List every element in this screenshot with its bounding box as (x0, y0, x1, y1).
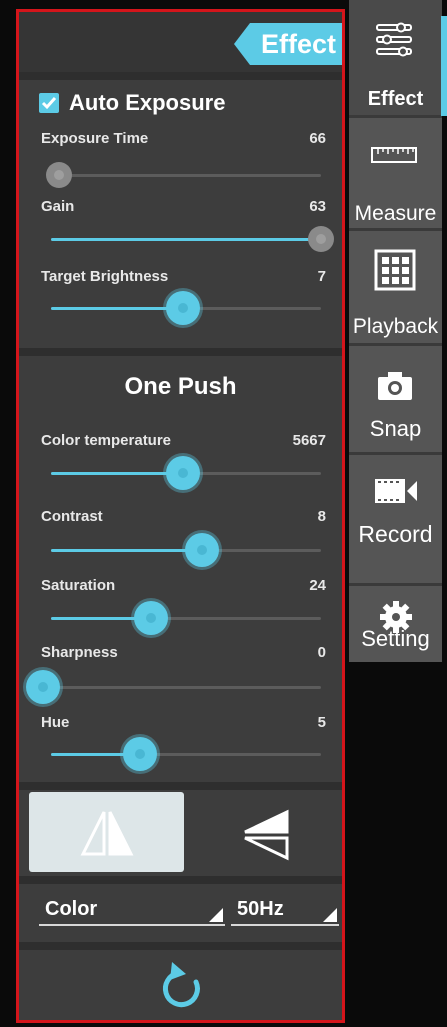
dropdown-triangle-icon (209, 908, 223, 922)
film-icon (375, 479, 417, 503)
color-temperature-value: 5667 (292, 432, 326, 449)
target-brightness-label: Target Brightness (41, 268, 169, 285)
sharpness-label: Sharpness (41, 644, 118, 661)
flip-horizontal-button[interactable] (29, 792, 184, 872)
divider (19, 782, 342, 790)
dropdown-triangle-icon (323, 908, 337, 922)
ruler-icon (371, 147, 417, 163)
grid-icon (374, 249, 416, 291)
active-tab-indicator (441, 16, 447, 116)
camera-icon (378, 372, 412, 400)
sidebar-item-effect[interactable]: Effect (349, 0, 442, 115)
sliders-icon (376, 22, 412, 57)
flip-vertical-button[interactable] (197, 792, 342, 872)
sidebar-item-playback[interactable]: Playback (349, 231, 442, 343)
target-brightness-fill (51, 307, 184, 310)
checkmark-icon (41, 97, 57, 110)
saturation-label: Saturation (41, 577, 116, 594)
flip-vertical-icon (244, 809, 289, 861)
sidebar-label-effect: Effect (367, 88, 424, 110)
sidebar-item-snap[interactable]: Snap (349, 346, 442, 452)
color-mode-select[interactable]: Color (39, 892, 225, 926)
reset-icon (162, 962, 200, 1008)
gain-value: 63 (309, 198, 326, 215)
sidebar-label-measure: Measure (354, 202, 437, 225)
exposure-time-track[interactable] (51, 174, 321, 177)
gain-fill (51, 238, 321, 241)
saturation-track[interactable] (51, 617, 321, 620)
sidebar-item-measure[interactable]: Measure (349, 118, 442, 228)
divider (19, 72, 342, 80)
exposure-time-label: Exposure Time (41, 130, 149, 147)
flip-horizontal-icon (80, 811, 134, 856)
panel-header: Effect (19, 12, 342, 72)
color-temperature-fill (51, 472, 184, 475)
contrast-fill (51, 549, 203, 552)
hue-label: Hue (41, 714, 70, 731)
sidebar-label-playback: Playback (352, 315, 439, 338)
target-brightness-value: 7 (317, 268, 326, 285)
effect-panel: Effect Auto Exposure Exposure Time 66 Ga… (16, 9, 345, 1023)
sidebar-label-record: Record (358, 521, 433, 547)
divider (19, 942, 342, 950)
auto-exposure-checkbox[interactable] (39, 93, 59, 113)
hue-thumb[interactable] (123, 737, 158, 771)
sharpness-thumb[interactable] (26, 670, 60, 704)
sidebar-label-snap: Snap (369, 416, 422, 441)
color-temperature-label: Color temperature (41, 432, 172, 449)
saturation-thumb[interactable] (133, 601, 168, 635)
sharpness-value: 0 (317, 644, 326, 661)
divider (19, 348, 342, 356)
effect-tab[interactable]: Effect (234, 23, 342, 65)
contrast-thumb[interactable] (185, 533, 220, 567)
color-mode-value: Color (45, 898, 98, 920)
contrast-label: Contrast (41, 508, 103, 525)
saturation-value: 24 (309, 577, 326, 594)
gain-label: Gain (41, 198, 75, 215)
hue-track[interactable] (51, 753, 321, 756)
frequency-select[interactable]: 50Hz (231, 892, 339, 926)
contrast-value: 8 (317, 508, 326, 525)
sidebar-item-setting[interactable]: Setting (349, 586, 442, 662)
exposure-time-value: 66 (309, 130, 326, 147)
reset-button[interactable] (156, 960, 210, 1014)
sharpness-track[interactable] (51, 686, 321, 689)
hue-value: 5 (317, 714, 326, 731)
gain-track[interactable] (51, 238, 321, 241)
divider (19, 876, 342, 884)
side-menu: Effect Measure Playback Snap Record Sett… (349, 0, 442, 662)
gain-thumb[interactable] (308, 226, 334, 252)
sidebar-item-record[interactable]: Record (349, 455, 442, 583)
one-push-button[interactable]: One Push (19, 373, 342, 401)
frequency-value: 50Hz (237, 898, 284, 920)
sidebar-label-setting: Setting (361, 626, 430, 651)
exposure-time-thumb[interactable] (46, 162, 73, 188)
auto-exposure-label: Auto Exposure (69, 90, 226, 115)
